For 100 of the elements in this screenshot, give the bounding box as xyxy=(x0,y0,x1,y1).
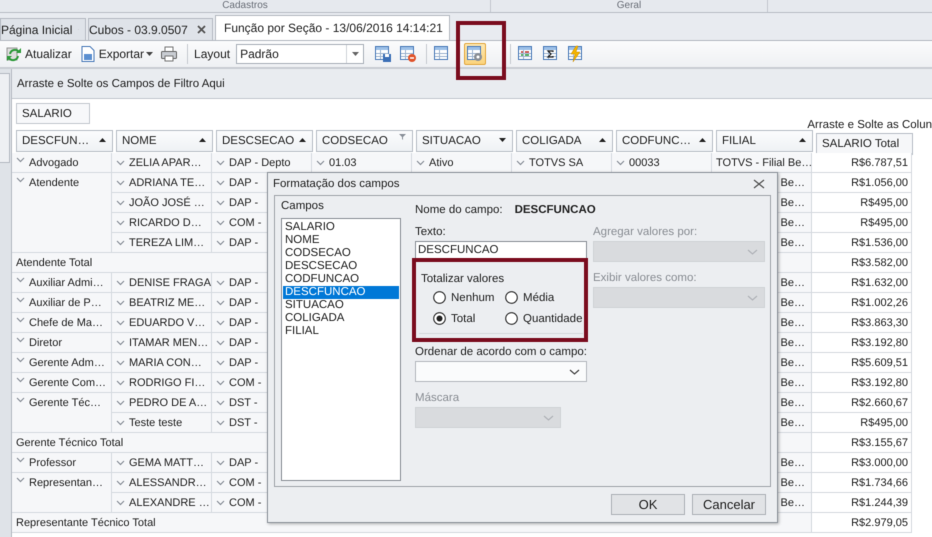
table-cell: R$1.056,00 xyxy=(851,176,908,188)
text-input[interactable]: DESCFUNCAO xyxy=(415,241,587,259)
fields-list[interactable]: SALARIO NOME CODSECAO DESCSECAO CODFUNCAO DESCFUNCAO SITUACAO COLIGADA FILIAL xyxy=(281,218,401,481)
row-header: RICARDO D… xyxy=(129,216,202,228)
radio-button[interactable] xyxy=(433,312,446,325)
total-row-label: Atendente Total xyxy=(16,256,92,268)
sort-ascending-icon[interactable] xyxy=(199,138,206,142)
list-item[interactable]: SALARIO xyxy=(283,221,399,234)
table-cell: R$3.863,30 xyxy=(851,316,908,328)
caret-down-icon xyxy=(146,52,154,56)
list-item[interactable]: CODFUNCAO xyxy=(283,273,399,286)
row-header: GEMA MATT… xyxy=(129,456,204,468)
filter-icon[interactable] xyxy=(399,134,406,140)
row-header: Be… xyxy=(780,456,805,468)
combo-label: Agregar valores por: xyxy=(593,226,698,238)
list-item[interactable]: SITUACAO xyxy=(283,299,399,312)
row-header: Teste teste xyxy=(129,416,182,428)
dialog-title: Formatação dos campos xyxy=(273,178,400,190)
row-header: Be… xyxy=(780,396,805,408)
radio-button[interactable] xyxy=(505,312,518,325)
row-header: BEATRIZ ME… xyxy=(129,296,206,308)
row-header: DAP - xyxy=(229,176,258,188)
sort-ascending-icon[interactable] xyxy=(799,138,806,142)
row-header: Be… xyxy=(780,416,805,428)
row-header: ALESSANDR… xyxy=(129,476,207,488)
column-header[interactable]: DESCFUN… xyxy=(16,130,113,152)
chevron-down-icon[interactable] xyxy=(569,368,580,374)
row-header: Auxiliar de P… xyxy=(29,297,102,309)
row-header: 00033 xyxy=(629,156,660,168)
sort-ascending-icon[interactable] xyxy=(299,138,306,142)
list-item[interactable]: CODSECAO xyxy=(283,247,399,260)
document-tab[interactable]: Função por Seção - 13/06/2016 14:14:21 xyxy=(215,15,450,40)
table-save-icon xyxy=(374,45,392,63)
side-panel-tab[interactable] xyxy=(0,73,10,163)
radio-button[interactable] xyxy=(433,291,446,304)
table-cell: R$6.787,51 xyxy=(851,156,908,168)
row-header: PEDRO DE A… xyxy=(129,396,208,408)
column-header[interactable]: NOME xyxy=(116,130,213,152)
column-header[interactable]: SITUACAO xyxy=(416,130,513,152)
table-cell: R$1.536,00 xyxy=(851,236,908,248)
row-header: Be… xyxy=(780,216,805,228)
row-header: ALEXANDRE … xyxy=(129,496,210,508)
column-header[interactable]: CODFUNC… xyxy=(616,130,713,152)
dialog-button[interactable]: Cancelar xyxy=(692,494,766,515)
table-cell: R$1.244,39 xyxy=(851,496,908,508)
row-header: Advogado xyxy=(29,157,79,169)
row-header: Ativo xyxy=(429,156,454,168)
document-tab[interactable]: Cubos - 03.9.0507 xyxy=(88,18,213,40)
row-header: MARIA CON… xyxy=(129,356,202,368)
toolbar-button[interactable]: Atualizar xyxy=(3,43,74,65)
dialog-button[interactable]: OK xyxy=(611,494,685,515)
list-item[interactable]: NOME xyxy=(283,234,399,247)
ribbon-group-label: Cadastros xyxy=(222,0,268,11)
row-header: COM - xyxy=(229,216,262,228)
toolbar-button[interactable]: Exportar xyxy=(76,43,156,65)
row-header: Gerente Adm… xyxy=(29,357,105,369)
sort-ascending-icon[interactable] xyxy=(599,138,606,142)
sort-ascending-icon[interactable] xyxy=(99,138,106,142)
row-header: EDUARDO V… xyxy=(129,316,206,328)
row-header: Be… xyxy=(780,496,805,508)
row-header: ZELIA APAR… xyxy=(129,156,202,168)
radio-label: Total xyxy=(451,312,476,324)
row-header: Auxiliar Admi… xyxy=(29,277,104,289)
table-cell: R$1.002,26 xyxy=(851,296,908,308)
row-header: Be… xyxy=(780,176,805,188)
row-header: Be… xyxy=(780,356,805,368)
layout-label: Layout xyxy=(194,47,230,61)
row-header: DENISE FRAGA xyxy=(129,276,211,288)
refresh-icon xyxy=(5,45,23,63)
row-header: DAP - xyxy=(229,356,258,368)
column-header[interactable]: DESCSECAO xyxy=(216,130,313,152)
total-row-label: Representante Técnico Total xyxy=(16,516,156,528)
document-tab[interactable]: Página Inicial xyxy=(0,18,86,40)
row-header: JOÃO JOSÉ … xyxy=(129,196,205,208)
column-header[interactable]: CODSECAO xyxy=(316,130,413,152)
row-header: TEREZA LIM… xyxy=(129,236,204,248)
column-header[interactable]: COLIGADA xyxy=(516,130,613,152)
highlight-frame xyxy=(456,21,506,80)
radio-button[interactable] xyxy=(505,291,518,304)
row-header: COM - xyxy=(229,496,262,508)
sort-descending-icon[interactable] xyxy=(499,138,506,142)
group-title: Totalizar valores xyxy=(421,273,506,285)
row-header: Be… xyxy=(780,336,805,348)
row-header: Gerente Téc… xyxy=(29,397,101,409)
sort-ascending-icon[interactable] xyxy=(699,138,706,142)
row-header: TOTVS SA xyxy=(529,156,584,168)
table-cell: R$495,00 xyxy=(860,216,908,228)
row-header: RODRIGO FI… xyxy=(129,376,206,388)
layout-dropdown[interactable]: Padrão xyxy=(236,44,364,64)
list-item[interactable]: DESCSECAO xyxy=(283,260,399,273)
table-cell: R$495,00 xyxy=(860,196,908,208)
data-field-button[interactable]: SALARIO xyxy=(16,103,90,124)
text-label: Texto: xyxy=(415,226,447,238)
column-header[interactable]: SALARIO Total xyxy=(816,133,913,155)
list-item[interactable]: DESCFUNCAO xyxy=(283,286,399,299)
list-item[interactable]: FILIAL xyxy=(283,325,399,338)
column-header[interactable]: FILIAL xyxy=(716,130,813,152)
list-item[interactable]: COLIGADA xyxy=(283,312,399,325)
row-header: TOTVS - Filial Be… xyxy=(716,156,811,168)
row-header: Atendente xyxy=(29,177,80,189)
